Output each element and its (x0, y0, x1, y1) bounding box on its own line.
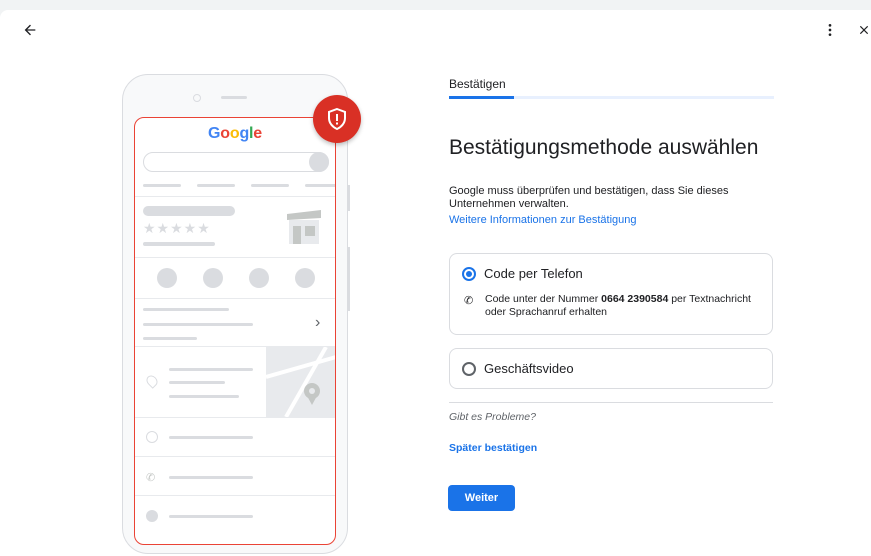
storefront-icon (283, 206, 325, 246)
shield-alert-icon (328, 108, 346, 130)
website-action-icon (295, 268, 315, 288)
mock-line (169, 368, 253, 371)
mock-title-line (143, 206, 235, 216)
logo-letter: e (253, 125, 262, 142)
map-thumbnail (266, 347, 335, 417)
more-vert-icon (828, 24, 832, 36)
phone-speaker (221, 96, 247, 99)
logo-letter: o (220, 125, 230, 142)
mock-divider (135, 298, 335, 299)
close-icon (859, 25, 869, 35)
option-label: Geschäftsvideo (484, 361, 574, 376)
option-business-video[interactable]: Geschäftsvideo (449, 348, 773, 389)
mock-line (143, 337, 197, 340)
phone-camera (193, 94, 201, 102)
phone-small-icon: ✆ (146, 472, 156, 484)
save-action-icon (249, 268, 269, 288)
close-button[interactable] (852, 18, 871, 42)
detail-prefix: Code unter der Nummer (485, 293, 602, 305)
radio-video[interactable] (462, 362, 476, 376)
option-phone-code[interactable]: Code per Telefon ✆ Code unter der Nummer… (449, 253, 773, 335)
phone-screen: Google ★★★★★ › ✆ (134, 117, 336, 545)
mock-search-bar (143, 152, 329, 172)
logo-letter: o (229, 125, 240, 142)
mock-subline (143, 242, 215, 246)
mock-divider (135, 495, 335, 496)
more-options-button[interactable] (818, 18, 842, 42)
mock-line (143, 308, 229, 311)
verify-later-link[interactable]: Später bestätigen (449, 442, 537, 454)
mock-line (169, 515, 253, 518)
description-text: Google muss überprüfen und bestätigen, d… (449, 185, 729, 210)
mock-divider (135, 417, 335, 418)
mock-search-icon (309, 152, 329, 172)
back-button[interactable] (18, 18, 42, 42)
mock-divider (135, 257, 335, 258)
phone-side-button (347, 247, 350, 311)
next-button[interactable]: Weiter (448, 485, 515, 511)
clock-icon (146, 431, 158, 443)
mock-line (169, 395, 239, 398)
logo-letter: G (208, 125, 221, 142)
radio-phone-selected[interactable] (462, 267, 476, 281)
location-pin-icon (144, 373, 160, 389)
mock-line (169, 436, 253, 439)
call-action-icon (157, 268, 177, 288)
section-divider (449, 402, 773, 403)
problem-text: Gibt es Probleme? (449, 411, 536, 423)
mock-line (143, 323, 253, 326)
phone-icon: ✆ (464, 295, 474, 307)
mock-divider (135, 196, 335, 197)
option-detail: Code unter der Nummer 0664 2390584 per T… (485, 293, 765, 319)
arrow-left-icon (24, 24, 36, 36)
directions-action-icon (203, 268, 223, 288)
page-title: Bestätigungsmethode auswählen (449, 136, 759, 159)
phone-side-button (347, 185, 350, 211)
chevron-right-icon: › (315, 314, 321, 331)
mock-stars: ★★★★★ (143, 220, 211, 236)
mock-action-icons (157, 268, 317, 290)
google-logo: Google (135, 125, 335, 143)
phone-number: 0664 2390584 (601, 293, 669, 305)
verification-badge (313, 95, 361, 143)
mock-line (169, 381, 225, 384)
learn-more-link[interactable]: Weitere Informationen zur Bestätigung (449, 214, 637, 226)
mock-tabs (143, 184, 335, 187)
progress-fill (449, 96, 514, 99)
logo-letter: g (239, 125, 250, 142)
globe-icon (146, 510, 158, 522)
mock-line (169, 476, 253, 479)
step-label: Bestätigen (449, 77, 506, 91)
option-label: Code per Telefon (484, 266, 583, 281)
mock-divider (135, 456, 335, 457)
